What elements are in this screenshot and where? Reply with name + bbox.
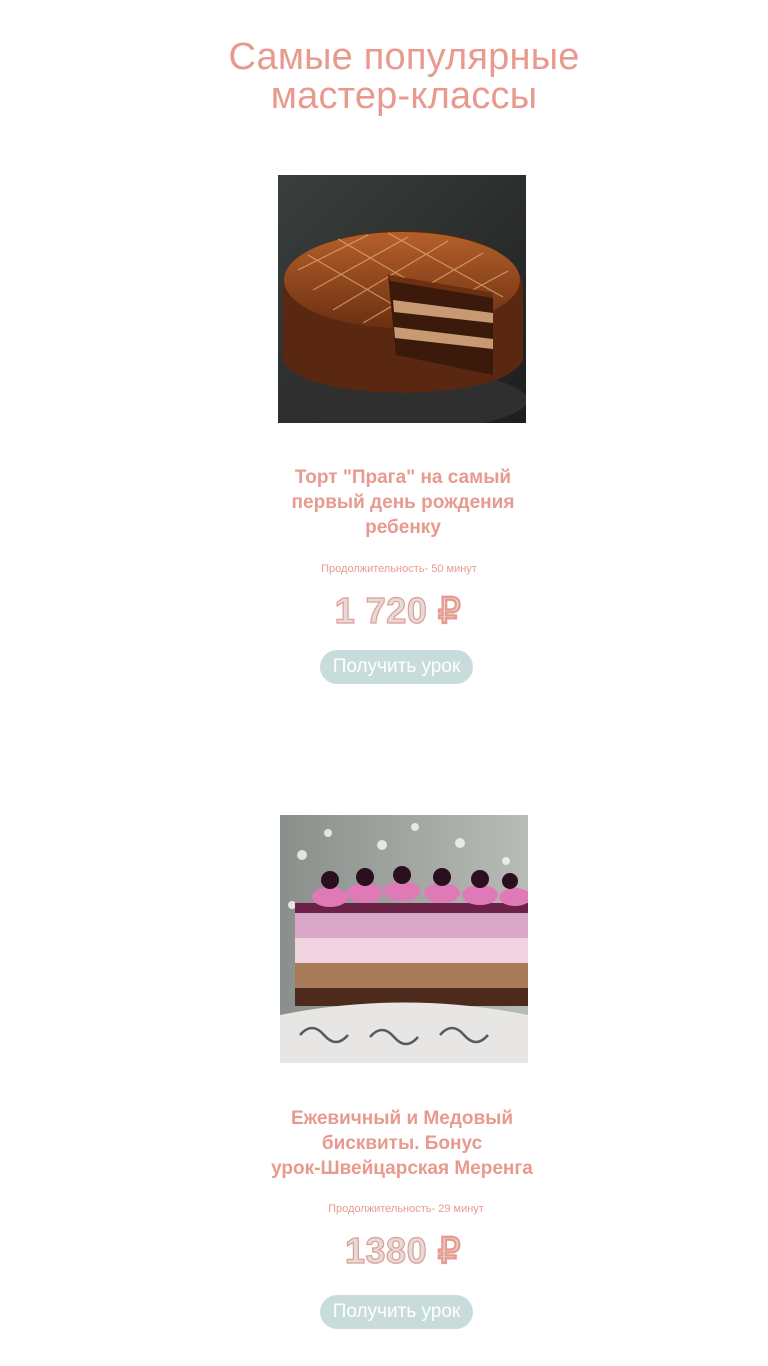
page-title-line-1: Самые популярные — [228, 36, 580, 78]
course-title-line-2: первый день рождения — [291, 492, 515, 513]
course-duration: Продолжительность- 50 минут — [321, 563, 477, 575]
course-title: Ежевичный и Медовый бисквиты. Бонус урок… — [252, 1106, 552, 1181]
course-title-line-2: бисквиты. Бонус — [321, 1133, 483, 1154]
course-title-line-1: Ежевичный и Медовый — [290, 1108, 514, 1129]
course-price: 1 720 ₽ — [334, 590, 462, 631]
page-title-line-2: мастер-классы — [270, 75, 538, 117]
course-image-blackberry-honey-cake[interactable] — [280, 815, 528, 1063]
course-title-line-1: Торт "Прага" на самый — [294, 467, 512, 488]
course-title: Торт "Прага" на самый первый день рожден… — [253, 465, 553, 540]
course-price: 1380 ₽ — [344, 1230, 461, 1271]
course-title-line-3: урок-Швейцарская Меренга — [271, 1158, 533, 1179]
get-lesson-button[interactable]: Получить урок — [320, 650, 473, 684]
course-duration: Продолжительность- 29 минут — [328, 1203, 484, 1215]
course-image-prague-cake[interactable] — [278, 175, 526, 423]
course-title-line-3: ребенку — [365, 517, 441, 538]
get-lesson-button[interactable]: Получить урок — [320, 1295, 473, 1329]
page-title: Самые популярные мастер-классы — [0, 38, 768, 116]
